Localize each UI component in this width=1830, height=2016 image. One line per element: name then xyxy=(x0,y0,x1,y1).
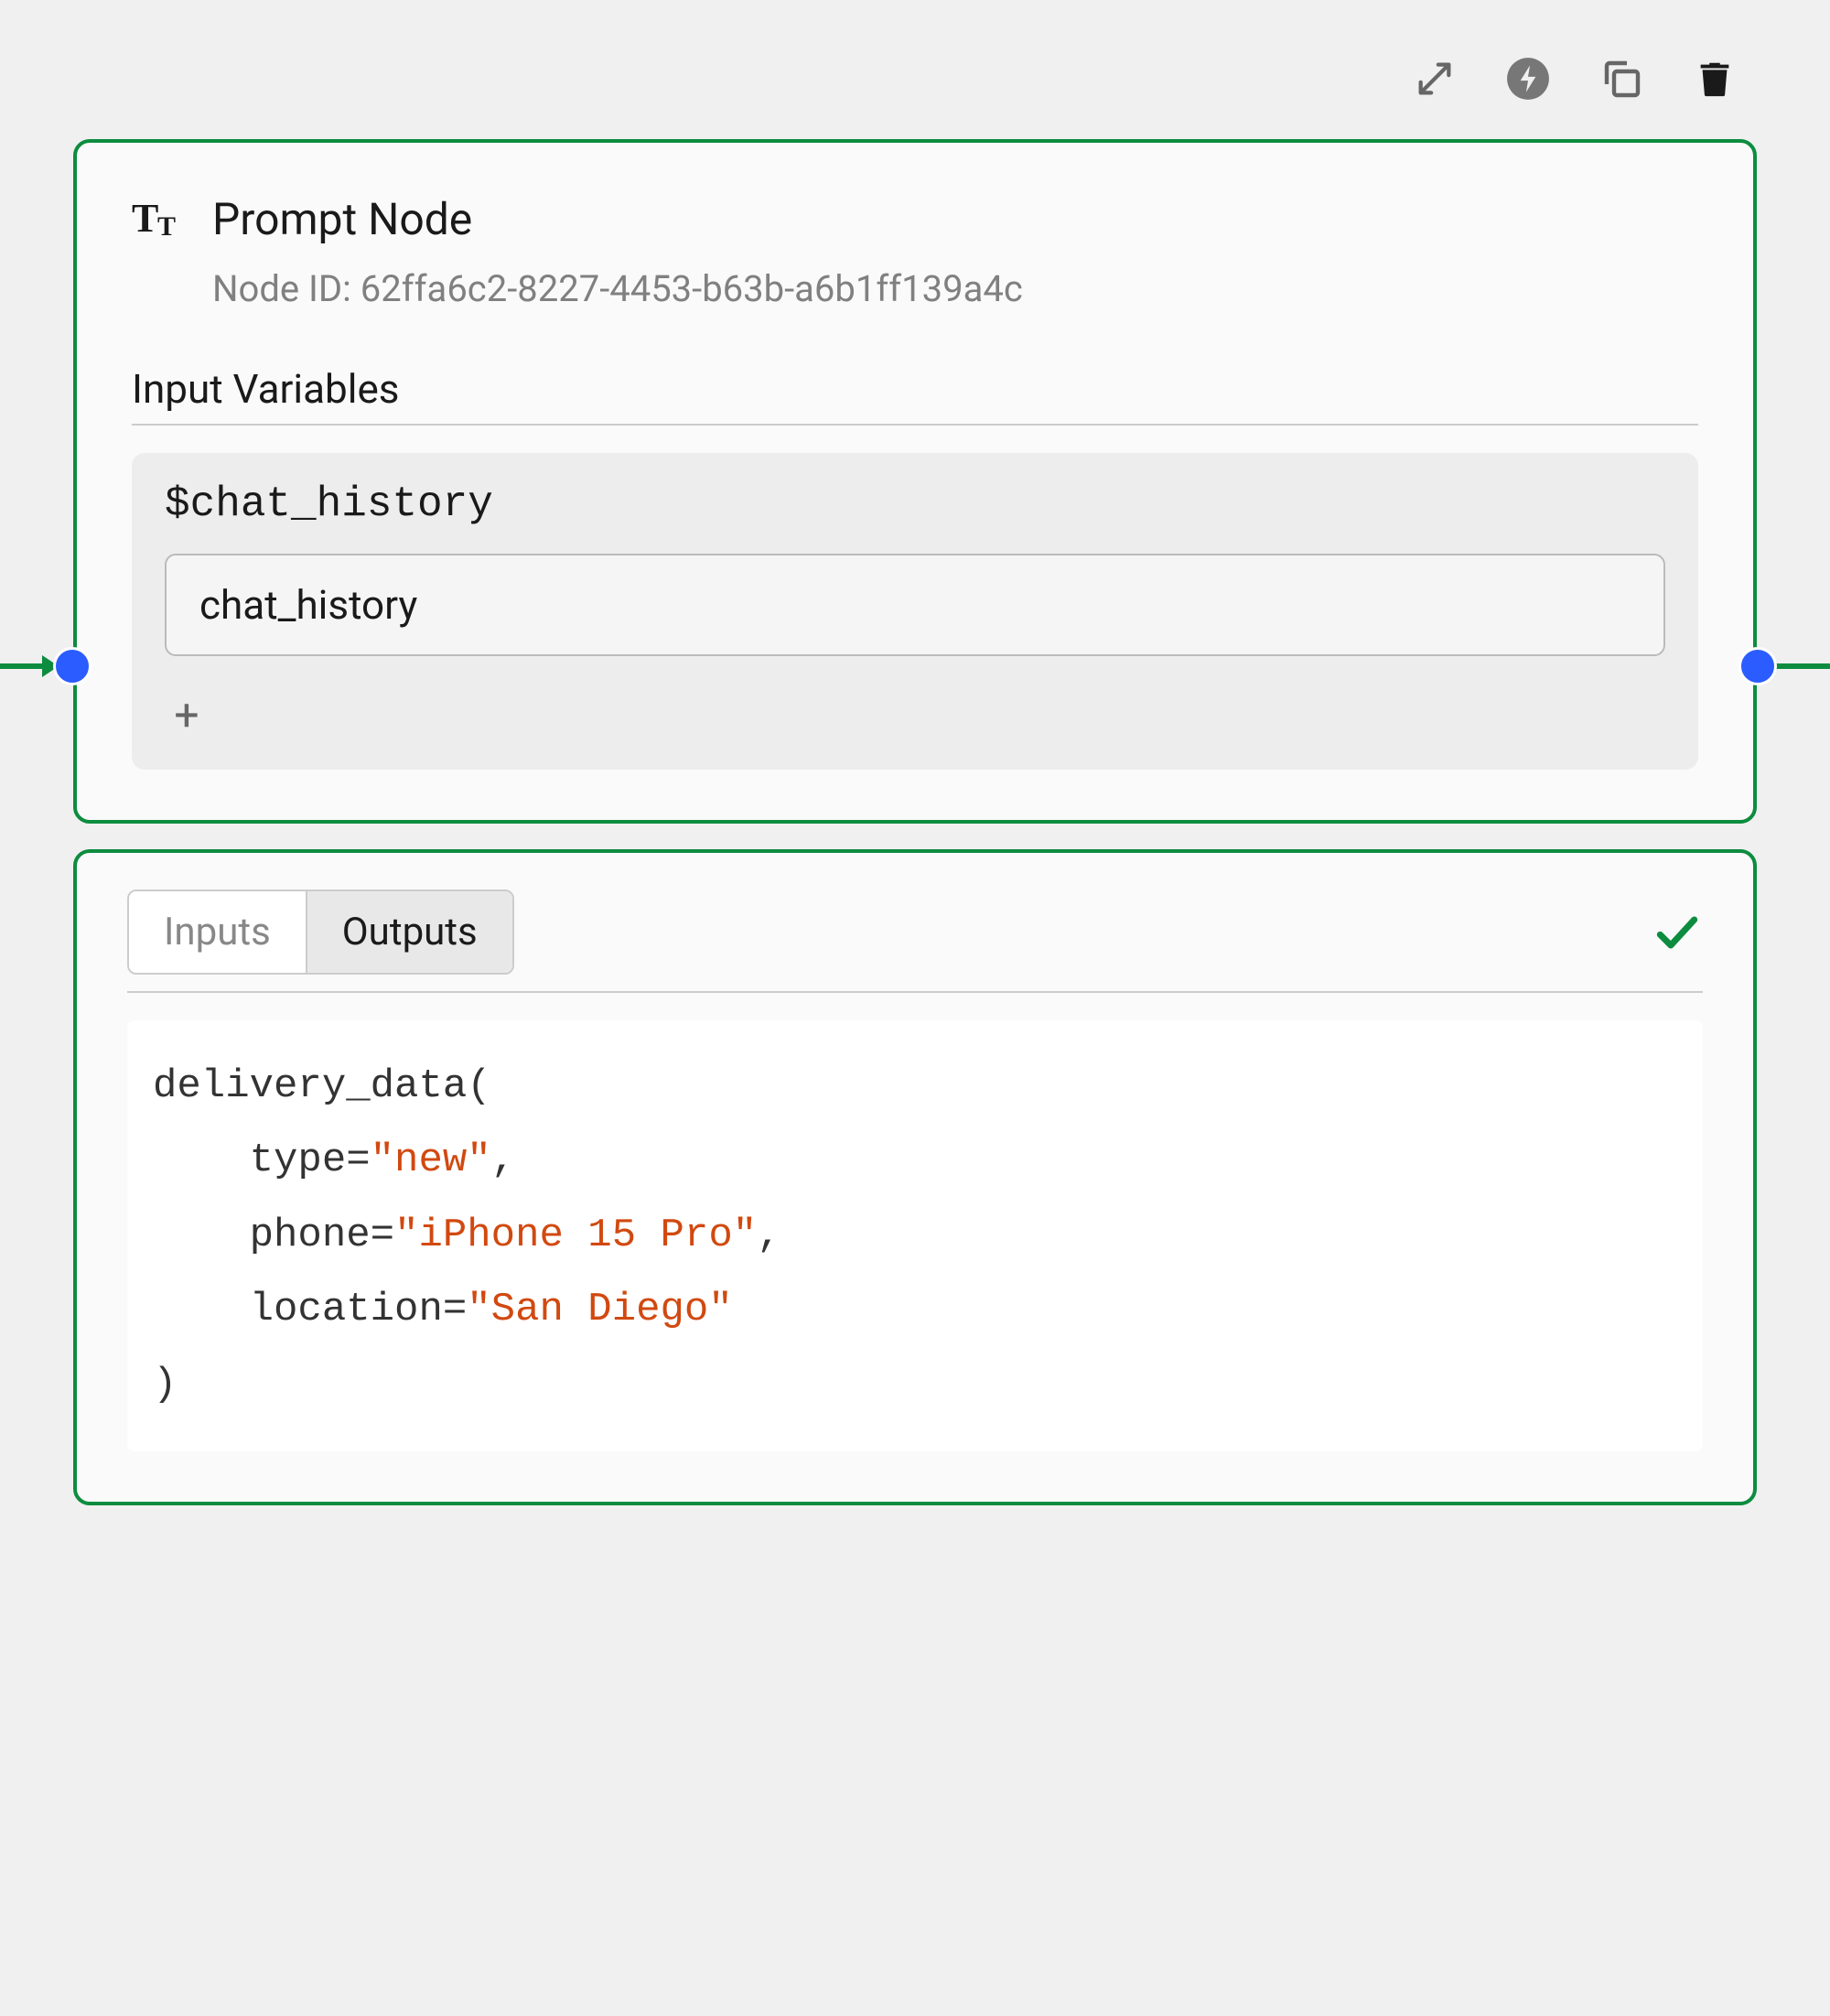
expand-icon[interactable] xyxy=(1411,55,1459,102)
variable-name: $chat_history xyxy=(165,480,1665,528)
text-type-icon: TT xyxy=(132,197,185,250)
trash-icon[interactable] xyxy=(1691,55,1738,102)
node-id: Node ID: 62ffa6c2-8227-4453-b63b-a6b1ff1… xyxy=(212,267,1023,310)
section-divider xyxy=(132,424,1698,426)
input-variables-box: $chat_history + xyxy=(132,453,1698,770)
success-check-icon xyxy=(1652,907,1703,958)
node-toolbar xyxy=(37,55,1793,102)
output-edge xyxy=(1768,663,1830,669)
input-port[interactable] xyxy=(53,647,92,685)
add-variable-button[interactable]: + xyxy=(165,693,209,737)
copy-icon[interactable] xyxy=(1598,55,1645,102)
output-code: delivery_data( type="new", phone="iPhone… xyxy=(127,1020,1703,1451)
prompt-node-card[interactable]: TT Prompt Node Node ID: 62ffa6c2-8227-44… xyxy=(73,139,1757,824)
input-variables-label: Input Variables xyxy=(132,365,1698,413)
svg-text:T: T xyxy=(132,197,158,241)
node-title: Prompt Node xyxy=(212,193,1023,245)
tab-outputs[interactable]: Outputs xyxy=(306,891,512,973)
node-header: TT Prompt Node Node ID: 62ffa6c2-8227-44… xyxy=(132,193,1698,310)
lightning-icon[interactable] xyxy=(1504,55,1552,102)
output-divider xyxy=(127,991,1703,993)
output-tabs: Inputs Outputs xyxy=(127,889,514,975)
output-card: Inputs Outputs delivery_data( type="new"… xyxy=(73,849,1757,1505)
variable-value-input[interactable] xyxy=(165,554,1665,656)
svg-text:T: T xyxy=(157,211,176,241)
output-port[interactable] xyxy=(1738,647,1777,685)
tab-inputs[interactable]: Inputs xyxy=(129,891,306,973)
